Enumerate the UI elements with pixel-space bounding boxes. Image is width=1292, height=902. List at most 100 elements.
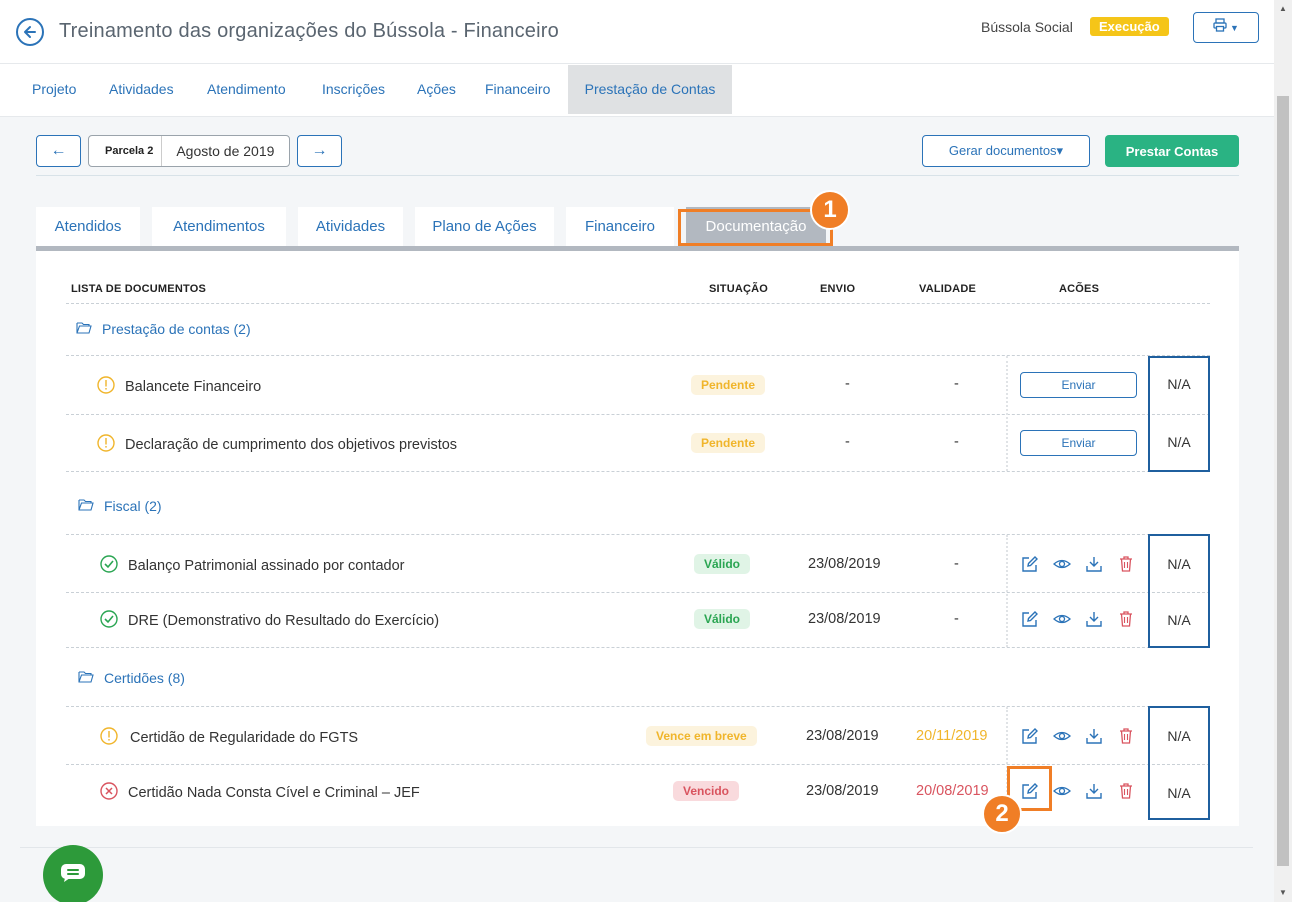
download-icon[interactable] (1084, 554, 1104, 574)
document-row-name: DRE (Demonstrativo do Resultado do Exerc… (100, 610, 439, 632)
group-certidoes[interactable]: Certidões (8) (78, 670, 185, 686)
app-header: Treinamento das organizações do Bússola … (0, 0, 1274, 64)
column-header-validity: VALIDADE (919, 283, 977, 295)
eye-icon[interactable] (1052, 554, 1072, 574)
document-row-name: Certidão Nada Consta Cível e Criminal – … (100, 782, 420, 804)
tab-atividades[interactable]: Atividades (298, 207, 403, 246)
trash-icon[interactable] (1116, 726, 1136, 746)
column-separator (1006, 356, 1008, 471)
row-divider (66, 534, 1210, 535)
nav-financeiro[interactable]: Financeiro (485, 65, 550, 114)
sent-date: - (845, 434, 850, 450)
generate-documents-button[interactable]: Gerar documentos▾ (922, 135, 1090, 167)
document-row-name: Balancete Financeiro (97, 376, 261, 398)
group-title-label: Prestação de contas (2) (102, 321, 251, 337)
nav-atividades[interactable]: Atividades (109, 65, 174, 114)
scroll-down-arrow-icon[interactable]: ▼ (1274, 884, 1292, 900)
group-title-label: Certidões (8) (104, 670, 185, 686)
document-name: Certidão Nada Consta Cível e Criminal – … (128, 785, 420, 801)
tab-plano-de-acoes[interactable]: Plano de Ações (415, 207, 554, 246)
eye-icon[interactable] (1052, 609, 1072, 629)
validity-date: - (954, 434, 959, 450)
organization-name: Bússola Social (981, 19, 1073, 35)
document-name: Balancete Financeiro (125, 379, 262, 395)
na-highlight-box (1148, 706, 1210, 820)
parcela-label: Parcela 2 (89, 136, 163, 166)
send-document-button[interactable]: Enviar (1020, 372, 1137, 398)
row-actions (1020, 609, 1136, 629)
parcela-selector[interactable]: Parcela 2 Agosto de 2019 (88, 135, 290, 167)
nav-prestacao-de-contas[interactable]: Prestação de Contas (568, 65, 732, 114)
tab-atendimentos[interactable]: Atendimentos (152, 207, 286, 246)
edit-icon[interactable] (1020, 609, 1040, 629)
validity-date: - (954, 556, 959, 572)
sent-date: 23/08/2019 (806, 783, 879, 799)
edit-icon[interactable] (1020, 726, 1040, 746)
status-badge: Pendente (691, 433, 766, 453)
na-highlight-box (1148, 534, 1210, 648)
vertical-scrollbar[interactable]: ▲ ▼ (1274, 0, 1292, 902)
sent-date: 23/08/2019 (808, 556, 881, 572)
step-badge-1: 1 (810, 190, 850, 230)
submit-accounts-button[interactable]: Prestar Contas (1105, 135, 1239, 167)
trash-icon[interactable] (1116, 609, 1136, 629)
check-circle-icon (100, 555, 118, 577)
download-icon[interactable] (1084, 609, 1104, 629)
sent-date: 23/08/2019 (806, 728, 879, 744)
document-row-name: Certidão de Regularidade do FGTS (100, 727, 358, 749)
period-label: Agosto de 2019 (176, 143, 275, 159)
project-status-badge: Execução (1090, 17, 1169, 36)
status-badge: Vencido (673, 781, 740, 801)
validity-date: - (954, 376, 959, 392)
print-button[interactable]: ▼ (1193, 12, 1259, 43)
nav-atendimento[interactable]: Atendimento (207, 65, 286, 114)
trash-icon[interactable] (1116, 781, 1136, 801)
chat-button[interactable] (43, 845, 103, 902)
na-highlight-box (1148, 356, 1210, 472)
folder-open-icon (78, 498, 94, 514)
nav-inscricoes[interactable]: Inscrições (322, 65, 385, 114)
validity-date: 20/08/2019 (916, 783, 989, 799)
document-row-name: Balanço Patrimonial assinado por contado… (100, 555, 404, 577)
warning-circle-icon (97, 434, 115, 456)
row-divider (66, 706, 1210, 707)
main-content: ← Parcela 2 Agosto de 2019 → Gerar docum… (0, 117, 1274, 902)
row-actions (1020, 726, 1136, 746)
documents-card: LISTA DE DOCUMENTOS SITUAÇÃO ENVIO VALID… (36, 251, 1239, 834)
sent-date: - (845, 376, 850, 392)
chat-bubble-icon (60, 863, 86, 888)
status-badge: Vence em breve (646, 726, 757, 746)
tab-atendidos[interactable]: Atendidos (36, 207, 140, 246)
scrollbar-thumb[interactable] (1277, 96, 1289, 866)
na-value: N/A (1167, 785, 1191, 801)
na-value: N/A (1167, 376, 1191, 392)
step-badge-2: 2 (982, 794, 1022, 834)
download-icon[interactable] (1084, 726, 1104, 746)
tab-financeiro[interactable]: Financeiro (566, 207, 674, 246)
na-value: N/A (1167, 434, 1191, 450)
back-arrow-icon[interactable] (16, 18, 44, 46)
eye-icon[interactable] (1052, 726, 1072, 746)
column-header-actions: ACÕES (1059, 283, 1100, 295)
row-actions (1020, 554, 1136, 574)
column-header-sent: ENVIO (820, 283, 856, 295)
group-prestacao-de-contas[interactable]: Prestação de contas (2) (76, 321, 251, 337)
trash-icon[interactable] (1116, 554, 1136, 574)
folder-open-icon (78, 670, 94, 686)
next-parcela-button[interactable]: → (297, 135, 342, 167)
previous-parcela-button[interactable]: ← (36, 135, 81, 167)
download-icon[interactable] (1084, 781, 1104, 801)
send-document-button[interactable]: Enviar (1020, 430, 1137, 456)
row-divider (66, 764, 1210, 765)
row-divider (66, 414, 1210, 415)
nav-projeto[interactable]: Projeto (32, 65, 76, 114)
eye-icon[interactable] (1052, 781, 1072, 801)
top-navigation: Projeto Atividades Atendimento Inscriçõe… (0, 65, 1274, 117)
scroll-up-arrow-icon[interactable]: ▲ (1274, 0, 1292, 16)
nav-acoes[interactable]: Ações (417, 65, 456, 114)
group-fiscal[interactable]: Fiscal (2) (78, 498, 162, 514)
warning-circle-icon (100, 727, 118, 749)
sent-date: 23/08/2019 (808, 611, 881, 627)
column-separator (1006, 535, 1008, 647)
edit-icon[interactable] (1020, 554, 1040, 574)
